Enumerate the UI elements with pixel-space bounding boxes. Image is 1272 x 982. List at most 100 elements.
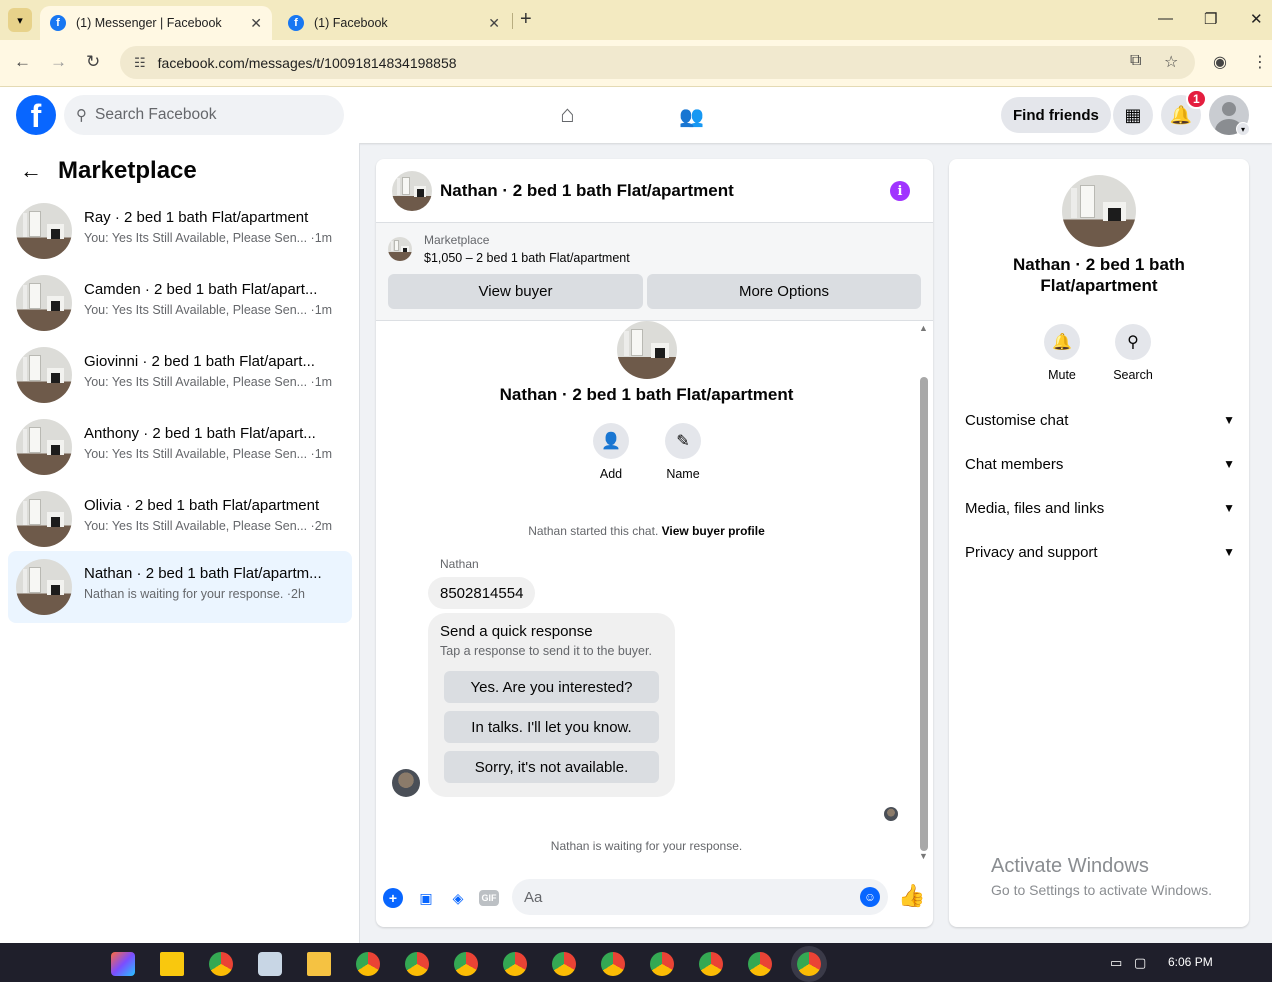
message-input[interactable] — [524, 888, 844, 906]
browser-tabbar: ▾ f (1) Messenger | Facebook ✕ f (1) Fac… — [0, 0, 1272, 40]
new-tab-button[interactable]: + — [520, 8, 532, 31]
chat-title[interactable]: Nathan · 2 bed 1 bath Flat/apartment — [440, 181, 734, 201]
chrome-profile-icon[interactable] — [405, 952, 429, 976]
emoji-icon[interactable]: ☺ — [860, 887, 880, 907]
chat-members-section[interactable]: Chat members ▼ — [965, 444, 1235, 484]
tab-title: (1) Facebook — [314, 16, 388, 30]
listing-price[interactable]: $1,050 – 2 bed 1 bath Flat/apartment — [424, 251, 630, 265]
paint-icon[interactable] — [258, 952, 282, 976]
customise-chat-section[interactable]: Customise chat ▼ — [965, 400, 1235, 440]
profile-icon[interactable]: ◉ — [1213, 52, 1227, 72]
chrome-profile-icon[interactable] — [503, 952, 527, 976]
mute-action[interactable]: 🔔 Mute — [1032, 324, 1092, 382]
quick-response-button[interactable]: Sorry, it's not available. — [444, 751, 659, 783]
back-arrow-icon[interactable]: ← — [20, 158, 42, 184]
close-window-button[interactable]: ✕ — [1250, 10, 1263, 28]
details-name: Nathan · 2 bed 1 bath Flat/apartment — [1013, 255, 1185, 295]
facebook-search[interactable]: ⚲ — [64, 95, 344, 135]
search-input[interactable] — [95, 106, 315, 124]
menu-grid-icon[interactable]: ▦ — [1113, 95, 1153, 135]
tab-close-icon[interactable]: ✕ — [250, 15, 262, 32]
chrome-profile-icon[interactable] — [356, 952, 380, 976]
conversation-item[interactable]: Giovinni · 2 bed 1 bath Flat/apart... Yo… — [8, 339, 352, 411]
photo-icon[interactable]: ▣ — [415, 887, 437, 909]
watermark-subtitle: Go to Settings to activate Windows. — [991, 882, 1212, 898]
network-icon[interactable]: ▭ — [1110, 955, 1122, 971]
address-bar[interactable]: ☷ facebook.com/messages/t/10091814834198… — [120, 46, 1195, 79]
chrome-profile-icon[interactable] — [699, 952, 723, 976]
search-action[interactable]: ⚲ Search — [1103, 324, 1163, 382]
sticker-icon[interactable]: ◈ — [447, 887, 469, 909]
tab-facebook[interactable]: f (1) Facebook ✕ — [278, 6, 510, 40]
conversation-preview: You: Yes Its Still Available, Please Sen… — [84, 519, 333, 533]
privacy-support-section[interactable]: Privacy and support ▼ — [965, 532, 1235, 572]
conversation-name: Olivia · 2 bed 1 bath Flat/apartment — [84, 497, 320, 514]
media-files-links-section[interactable]: Media, files and links ▼ — [965, 488, 1235, 528]
bookmark-star-icon[interactable]: ☆ — [1164, 52, 1178, 72]
message-bubble[interactable]: 8502814554 — [428, 577, 536, 609]
section-label: Chat members — [965, 455, 1064, 473]
rename-action[interactable]: ✎ Name — [653, 423, 713, 481]
section-label: Media, files and links — [965, 499, 1105, 517]
add-label: Add — [599, 467, 623, 481]
conversation-item[interactable]: Olivia · 2 bed 1 bath Flat/apartment You… — [8, 483, 352, 555]
site-info-icon[interactable]: ☷ — [134, 55, 146, 71]
copilot-icon[interactable] — [111, 952, 135, 976]
chrome-profile-icon[interactable] — [601, 952, 625, 976]
chrome-profile-icon[interactable] — [748, 952, 772, 976]
find-friends-button[interactable]: Find friends — [1001, 97, 1111, 133]
listing-thumbnail — [16, 275, 72, 331]
view-buyer-button[interactable]: View buyer — [388, 274, 643, 309]
conversation-item[interactable]: Ray · 2 bed 1 bath Flat/apartment You: Y… — [8, 195, 352, 267]
listing-thumbnail — [16, 347, 72, 403]
chrome-profile-icon-active[interactable] — [797, 952, 821, 976]
forward-arrow-icon[interactable]: → — [50, 52, 67, 72]
gif-icon[interactable]: GIF — [479, 890, 499, 906]
chevron-down-icon: ▼ — [1223, 413, 1235, 427]
listing-thumbnail — [16, 491, 72, 547]
quick-response-button[interactable]: Yes. Are you interested? — [444, 671, 659, 703]
friends-icon[interactable]: 👥 — [679, 104, 704, 129]
quick-response-button[interactable]: In talks. I'll let you know. — [444, 711, 659, 743]
sticky-notes-icon[interactable] — [160, 952, 184, 976]
display-icon[interactable]: ▢ — [1134, 955, 1146, 971]
scroll-down-arrow[interactable]: ▼ — [919, 851, 928, 861]
conversation-item[interactable]: Anthony · 2 bed 1 bath Flat/apart... You… — [8, 411, 352, 483]
tab-messenger[interactable]: f (1) Messenger | Facebook ✕ — [40, 6, 272, 40]
add-person-action[interactable]: 👤 Add — [581, 423, 641, 481]
home-icon[interactable]: ⌂ — [560, 101, 575, 129]
url-text: facebook.com/messages/t/1009181483419885… — [157, 54, 457, 71]
thumbs-up-icon[interactable]: 👍 — [898, 883, 925, 909]
plus-icon[interactable]: + — [383, 888, 403, 908]
chrome-icon[interactable] — [209, 952, 233, 976]
install-app-icon[interactable]: ⧉ — [1130, 52, 1141, 70]
chrome-profile-icon[interactable] — [552, 952, 576, 976]
scrollbar-thumb[interactable] — [920, 377, 928, 851]
clock-time[interactable]: 6:06 PM — [1168, 955, 1213, 969]
chat-thumbnail[interactable] — [392, 171, 432, 211]
chevron-down-icon[interactable]: ▾ — [1236, 122, 1250, 136]
info-icon[interactable]: i — [890, 181, 910, 201]
chrome-profile-icon[interactable] — [650, 952, 674, 976]
quick-response-subtitle: Tap a response to send it to the buyer. — [440, 644, 652, 658]
file-explorer-icon[interactable] — [307, 952, 331, 976]
message-input-box[interactable] — [512, 879, 888, 915]
conversation-preview: You: Yes Its Still Available, Please Sen… — [84, 303, 333, 317]
back-arrow-icon[interactable]: ← — [14, 52, 31, 72]
facebook-favicon-icon: f — [288, 15, 304, 31]
view-buyer-profile-link[interactable]: View buyer profile — [662, 524, 765, 538]
conversation-item[interactable]: Camden · 2 bed 1 bath Flat/apart... You:… — [8, 267, 352, 339]
sender-avatar[interactable] — [392, 769, 420, 797]
more-options-button[interactable]: More Options — [647, 274, 921, 309]
facebook-logo-icon[interactable]: f — [16, 95, 56, 135]
browser-menu-icon[interactable]: ⋮ — [1252, 52, 1268, 72]
conversation-item-active[interactable]: Nathan · 2 bed 1 bath Flat/apartm... Nat… — [8, 551, 352, 623]
minimize-button[interactable]: — — [1158, 10, 1173, 27]
scroll-up-arrow[interactable]: ▲ — [919, 323, 928, 333]
tab-search-button[interactable]: ▾ — [8, 8, 32, 32]
restore-button[interactable]: ❐ — [1204, 10, 1217, 28]
chrome-profile-icon[interactable] — [454, 952, 478, 976]
tab-close-icon[interactable]: ✕ — [488, 15, 500, 32]
bell-icon: 🔔 — [1044, 324, 1080, 360]
reload-icon[interactable]: ↻ — [86, 52, 100, 72]
